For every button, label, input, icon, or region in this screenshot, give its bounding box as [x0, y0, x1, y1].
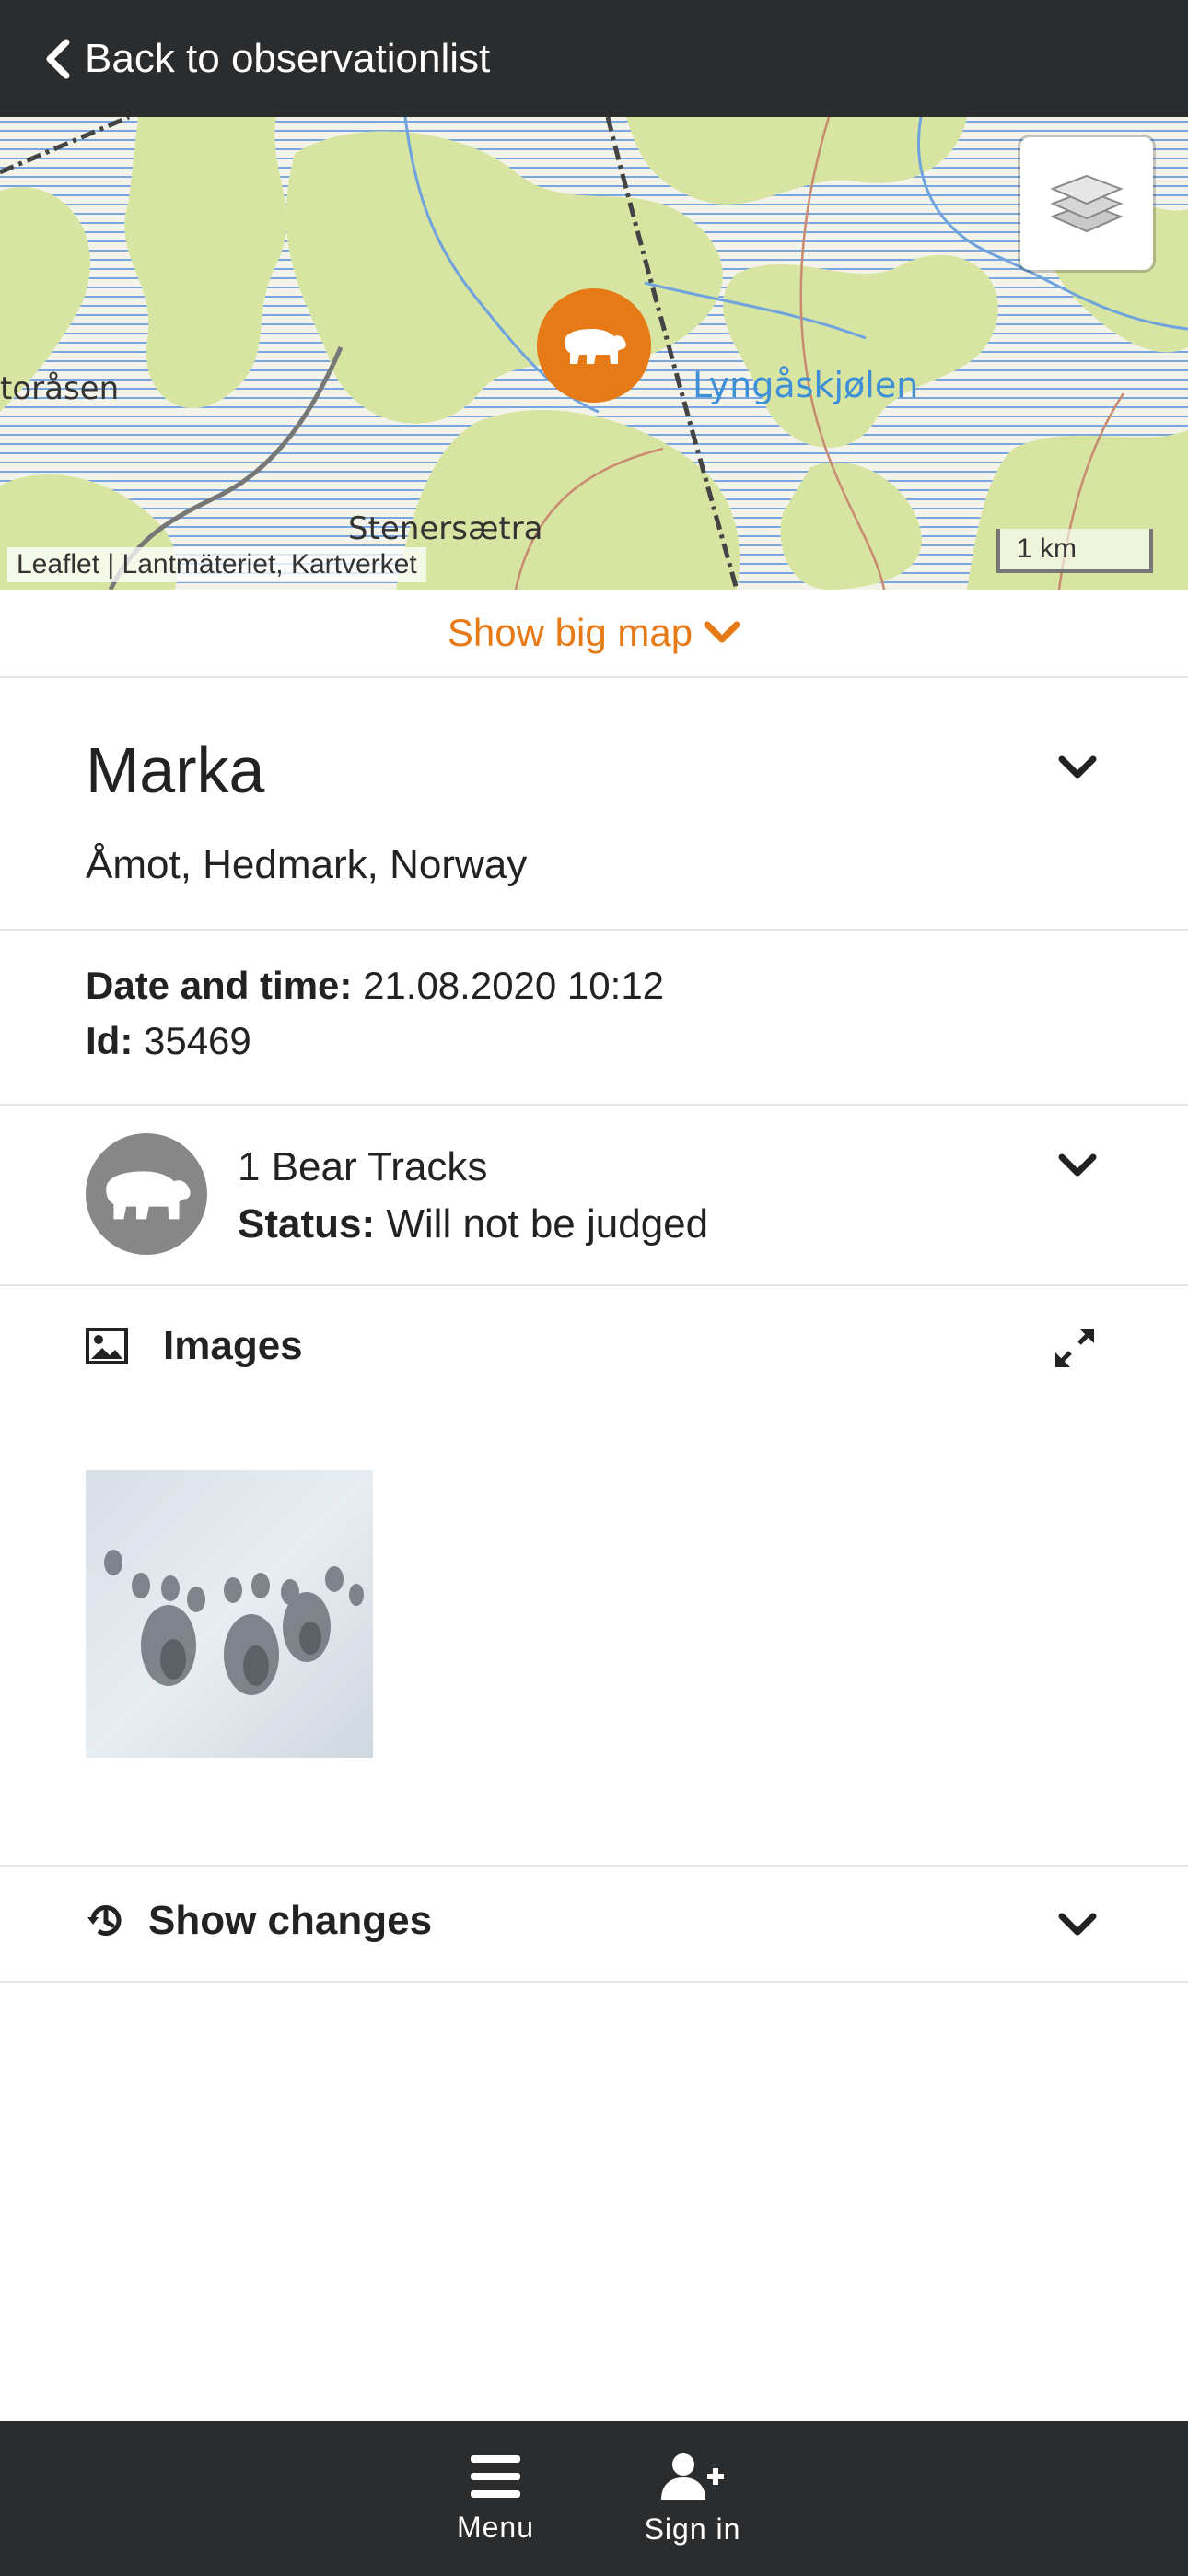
status-value: Will not be judged — [386, 1201, 709, 1247]
location-title: Marka — [86, 734, 265, 806]
bottom-nav: Menu Sign in — [0, 2421, 1188, 2576]
observation-marker[interactable] — [537, 288, 651, 403]
map-label-lyngaaskjoelen: Lyngåskjølen — [693, 365, 918, 405]
chevron-down-icon[interactable] — [1057, 754, 1098, 783]
species-section[interactable]: 1 Bear Tracks Status: Will not be judged — [0, 1106, 1188, 1286]
image-icon — [86, 1328, 128, 1364]
top-bar: Back to observationlist — [0, 0, 1188, 117]
back-label: Back to observationlist — [85, 35, 491, 81]
chevron-down-icon[interactable] — [1057, 1911, 1098, 1940]
bear-icon — [565, 329, 626, 364]
show-changes-button[interactable]: Show changes — [86, 1898, 432, 1944]
date-time-label: Date and time: — [86, 964, 353, 1007]
date-time-row: Date and time: 21.08.2020 10:12 — [86, 964, 664, 1008]
show-big-map-label: Show big map — [447, 611, 693, 654]
id-label: Id: — [86, 1019, 134, 1062]
map-label-stenersaetra: Stenersætra — [348, 510, 543, 547]
images-heading: Images — [86, 1323, 303, 1369]
date-time-value: 21.08.2020 10:12 — [363, 964, 665, 1007]
hamburger-menu-icon — [471, 2454, 520, 2498]
map-scale: 1 km — [996, 529, 1153, 573]
sign-in-button[interactable]: Sign in — [594, 2421, 791, 2576]
chevron-down-icon — [704, 621, 740, 643]
show-big-map-button[interactable]: Show big map — [0, 590, 1188, 678]
map-view[interactable]: toråsen Lyngåskjølen Stenersætra Leaflet… — [0, 117, 1188, 590]
bear-track-photo — [86, 1470, 373, 1758]
location-subtitle: Åmot, Hedmark, Norway — [86, 842, 528, 887]
images-heading-label: Images — [163, 1323, 303, 1368]
map-attribution[interactable]: Leaflet | Lantmäteriet, Kartverket — [7, 547, 426, 582]
back-to-list-link[interactable]: Back to observationlist — [44, 36, 490, 82]
map-label-toraasen: toråsen — [0, 370, 119, 407]
species-name: 1 Bear Tracks — [238, 1144, 488, 1189]
id-row: Id: 35469 — [86, 1019, 251, 1063]
location-section: Marka Åmot, Hedmark, Norway — [0, 678, 1188, 931]
status-label: Status: — [238, 1201, 376, 1247]
layers-icon — [1050, 174, 1124, 233]
expand-icon[interactable] — [1052, 1325, 1098, 1371]
user-plus-icon — [661, 2453, 724, 2500]
bear-icon — [106, 1171, 191, 1220]
layers-button[interactable] — [1020, 137, 1153, 270]
species-status-row: Status: Will not be judged — [238, 1201, 708, 1247]
history-icon — [87, 1905, 122, 1936]
changes-section[interactable]: Show changes — [0, 1867, 1188, 1983]
track-photo-thumbnail[interactable] — [86, 1470, 373, 1758]
sign-in-label: Sign in — [644, 2512, 741, 2546]
chevron-left-icon — [46, 39, 70, 78]
species-avatar — [86, 1133, 207, 1255]
id-value: 35469 — [143, 1019, 251, 1062]
chevron-down-icon[interactable] — [1057, 1152, 1098, 1181]
menu-button[interactable]: Menu — [397, 2421, 594, 2576]
menu-label: Menu — [456, 2510, 535, 2544]
images-section: Images — [0, 1286, 1188, 1867]
details-section: Date and time: 21.08.2020 10:12 Id: 3546… — [0, 931, 1188, 1106]
show-changes-label: Show changes — [148, 1898, 433, 1943]
